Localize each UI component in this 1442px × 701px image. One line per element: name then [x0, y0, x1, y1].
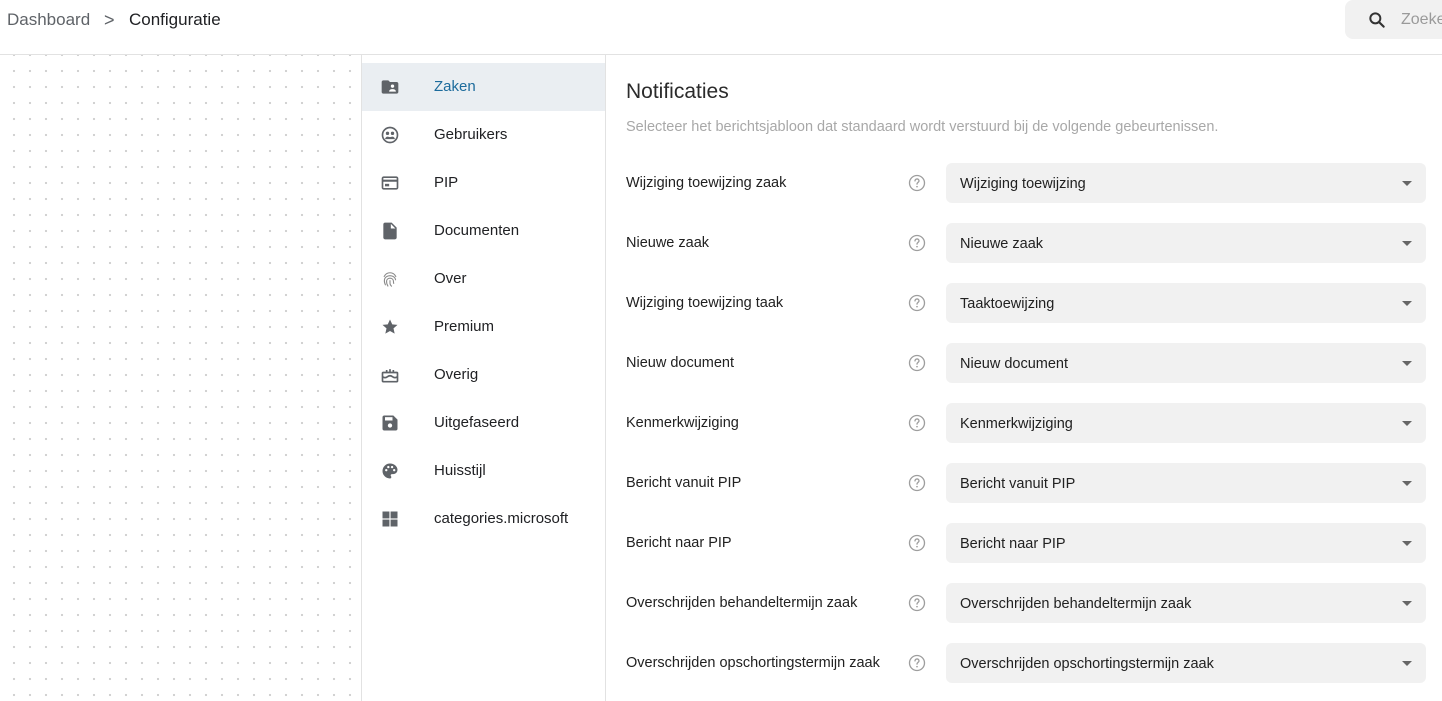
template-select-value: Bericht vanuit PIP	[960, 476, 1076, 492]
help-icon[interactable]	[907, 533, 927, 553]
template-select-value: Nieuwe zaak	[960, 236, 1044, 252]
folder-account-icon	[380, 77, 400, 97]
sidebar-item-label: Huisstijl	[434, 462, 486, 479]
search-box[interactable]	[1345, 0, 1442, 39]
notification-row: Wijziging toewijzing zaak Wijziging toew…	[606, 163, 1442, 203]
notification-row: Overschrijden behandeltermijn zaak Overs…	[606, 583, 1442, 623]
sidebar-item-documenten[interactable]: Documenten	[362, 207, 605, 255]
notification-event-label: Bericht vanuit PIP	[626, 475, 742, 491]
main-content: Notificaties Selecteer het berichtsjablo…	[606, 55, 1442, 701]
search-input[interactable]	[1401, 9, 1442, 31]
sidebar-item-over[interactable]: Over	[362, 255, 605, 303]
page-subtitle: Selecteer het berichtsjabloon dat standa…	[626, 119, 1219, 135]
notification-row: Nieuwe zaak Nieuwe zaak	[606, 223, 1442, 263]
sidebar-item-premium[interactable]: Premium	[362, 303, 605, 351]
notification-event-label: Nieuw document	[626, 355, 734, 371]
help-icon[interactable]	[907, 413, 927, 433]
template-select[interactable]: Overschrijden opschortingstermijn zaak	[946, 643, 1426, 683]
chevron-down-icon	[1402, 661, 1412, 666]
template-select[interactable]: Nieuw document	[946, 343, 1426, 383]
notification-row: Nieuw document Nieuw document	[606, 343, 1442, 383]
notification-row: Overschrijden opschortingstermijn zaak O…	[606, 643, 1442, 683]
search-icon[interactable]	[1367, 10, 1387, 30]
notification-event-label: Wijziging toewijzing taak	[626, 295, 784, 311]
chevron-down-icon	[1402, 601, 1412, 606]
notification-row: Bericht naar PIP Bericht naar PIP	[606, 523, 1442, 563]
template-select[interactable]: Overschrijden behandeltermijn zaak	[946, 583, 1426, 623]
help-icon[interactable]	[907, 593, 927, 613]
template-select[interactable]: Taaktoewijzing	[946, 283, 1426, 323]
dotted-background-panel	[0, 55, 361, 701]
help-icon[interactable]	[907, 653, 927, 673]
fingerprint-icon	[380, 269, 400, 289]
help-icon[interactable]	[907, 473, 927, 493]
chevron-down-icon	[1402, 361, 1412, 366]
sidebar-item-pip[interactable]: PIP	[362, 159, 605, 207]
template-select[interactable]: Nieuwe zaak	[946, 223, 1426, 263]
template-select-value: Wijziging toewijzing	[960, 176, 1086, 192]
chevron-down-icon	[1402, 241, 1412, 246]
notification-event-label: Wijziging toewijzing zaak	[626, 175, 787, 191]
sidebar-item-gebruikers[interactable]: Gebruikers	[362, 111, 605, 159]
template-select-value: Nieuw document	[960, 356, 1068, 372]
cake-icon	[380, 365, 400, 385]
template-select[interactable]: Bericht naar PIP	[946, 523, 1426, 563]
chevron-down-icon	[1402, 421, 1412, 426]
sidebar-item-label: Uitgefaseerd	[434, 414, 520, 431]
breadcrumb-configuratie: Configuratie	[129, 10, 221, 29]
sidebar-item-overig[interactable]: Overig	[362, 351, 605, 399]
help-icon[interactable]	[907, 173, 927, 193]
breadcrumb-dashboard[interactable]: Dashboard	[7, 10, 90, 30]
save-icon	[380, 413, 400, 433]
star-icon	[380, 317, 400, 337]
sidebar-item-label: Overig	[434, 366, 479, 383]
help-icon[interactable]	[907, 353, 927, 373]
sidebar-item-label: PIP	[434, 174, 459, 191]
sidebar-item-label: Zaken	[434, 78, 476, 95]
chevron-down-icon	[1402, 301, 1412, 306]
notification-event-label: Overschrijden opschortingstermijn zaak	[626, 655, 880, 671]
sidebar-item-label: Over	[434, 270, 467, 287]
template-select-value: Overschrijden opschortingstermijn zaak	[960, 656, 1214, 672]
chevron-down-icon	[1402, 541, 1412, 546]
sidebar-item-label: Gebruikers	[434, 126, 508, 143]
sidebar-item-uitgefaseerd[interactable]: Uitgefaseerd	[362, 399, 605, 447]
template-select-value: Bericht naar PIP	[960, 536, 1066, 552]
sidebar-item-label: Premium	[434, 318, 495, 335]
template-select-value: Overschrijden behandeltermijn zaak	[960, 596, 1192, 612]
sidebar-item-zaken[interactable]: Zaken	[362, 63, 605, 111]
notification-event-label: Kenmerkwijziging	[626, 415, 739, 431]
windows-icon	[380, 509, 400, 529]
chevron-down-icon	[1402, 181, 1412, 186]
notification-row: Kenmerkwijziging Kenmerkwijziging	[606, 403, 1442, 443]
sidebar-item-label: Documenten	[434, 222, 520, 239]
notification-row: Bericht vanuit PIP Bericht vanuit PIP	[606, 463, 1442, 503]
breadcrumb-separator: >	[104, 10, 115, 30]
help-icon[interactable]	[907, 233, 927, 253]
settings-sidebar: Zaken Gebruikers PIP Documenten Over Pre…	[361, 55, 606, 701]
notification-event-label: Bericht naar PIP	[626, 535, 732, 551]
chevron-down-icon	[1402, 481, 1412, 486]
web-window-icon	[380, 173, 400, 193]
notification-event-label: Overschrijden behandeltermijn zaak	[626, 595, 858, 611]
template-select-value: Kenmerkwijziging	[960, 416, 1073, 432]
notification-event-label: Nieuwe zaak	[626, 235, 710, 251]
palette-icon	[380, 461, 400, 481]
template-select-value: Taaktoewijzing	[960, 296, 1055, 312]
sidebar-item-categories-microsoft[interactable]: categories.microsoft	[362, 495, 605, 543]
top-bar: Dashboard > Configuratie	[0, 0, 1442, 55]
notification-row: Wijziging toewijzing taak Taaktoewijzing	[606, 283, 1442, 323]
help-icon[interactable]	[907, 293, 927, 313]
page-title: Notificaties	[626, 80, 729, 103]
document-icon	[380, 221, 400, 241]
people-circle-icon	[380, 125, 400, 145]
sidebar-item-huisstijl[interactable]: Huisstijl	[362, 447, 605, 495]
template-select[interactable]: Wijziging toewijzing	[946, 163, 1426, 203]
template-select[interactable]: Kenmerkwijziging	[946, 403, 1426, 443]
sidebar-item-label: categories.microsoft	[434, 510, 569, 527]
template-select[interactable]: Bericht vanuit PIP	[946, 463, 1426, 503]
